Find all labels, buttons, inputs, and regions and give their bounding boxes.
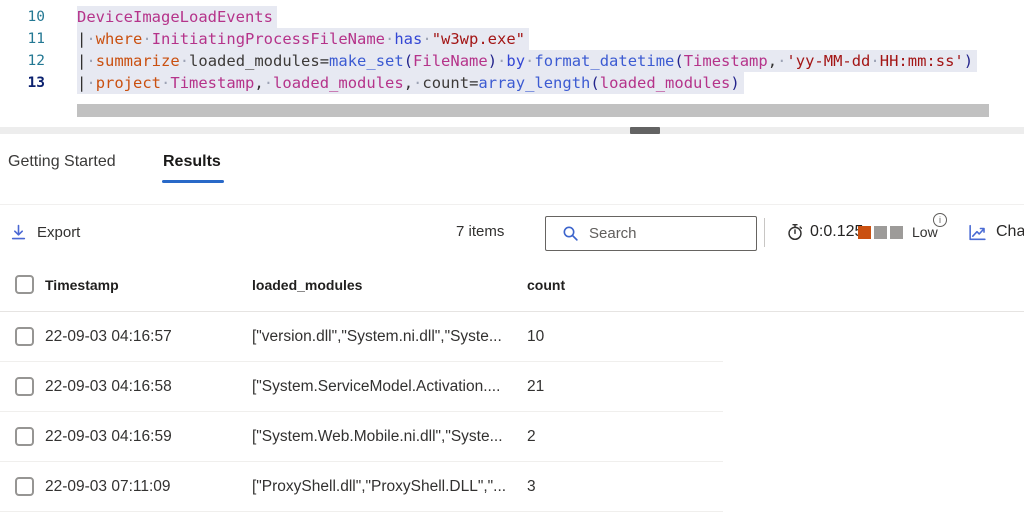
pane-splitter [0,127,1024,134]
active-tab-underline [162,180,224,183]
search-box[interactable] [545,216,757,251]
splitter-drag-handle[interactable] [630,127,660,134]
code-line[interactable]: 10 DeviceImageLoadEvents [0,6,1024,28]
code-line-text: |·summarize·loaded_modules=make_set(File… [77,50,977,72]
code-line[interactable]: 11 |·where·InitiatingProcessFileName·has·… [0,28,1024,50]
export-button[interactable]: Export [10,218,80,246]
cell-count: 10 [527,312,544,362]
search-input[interactable] [589,225,729,242]
cell-loaded-modules: ["System.Web.Mobile.ni.dll","Syste... [252,412,503,462]
usage-level-square-3 [890,226,903,239]
cell-timestamp: 22-09-03 04:16:59 [45,412,172,462]
select-all-checkbox[interactable] [15,275,34,294]
row-checkbox[interactable] [15,477,34,496]
code-line[interactable]: 12 |·summarize·loaded_modules=make_set(Fi… [0,50,1024,72]
table-row[interactable]: 22-09-03 04:16:59 ["System.Web.Mobile.ni.… [0,412,723,462]
resource-usage-indicator: Low [858,218,938,246]
usage-level-square-1 [858,226,871,239]
line-number: 10 [0,6,45,28]
query-duration-value: 0:0.125 [810,223,863,241]
download-icon [10,224,27,241]
row-checkbox[interactable] [15,327,34,346]
tab-getting-started[interactable]: Getting Started [8,147,116,177]
column-header-count[interactable]: count [527,258,565,312]
line-number: 13 [0,72,45,94]
table-row[interactable]: 22-09-03 04:16:58 ["System.ServiceModel.A… [0,362,723,412]
tab-results[interactable]: Results [163,147,221,177]
export-label: Export [37,224,80,241]
cell-timestamp: 22-09-03 04:16:58 [45,362,172,412]
results-toolbar: Export 7 items 0:0.125 Low i [0,204,1024,258]
usage-label: Low [912,224,938,240]
line-number: 11 [0,28,45,50]
cell-loaded-modules: ["System.ServiceModel.Activation.... [252,362,500,412]
chart-label: Chart [996,223,1024,241]
cell-timestamp: 22-09-03 07:11:09 [45,462,171,512]
column-header-timestamp[interactable]: Timestamp [45,258,119,312]
table-row[interactable]: 22-09-03 07:11:09 ["ProxyShell.dll","Prox… [0,462,723,512]
line-chart-icon [967,223,988,242]
row-checkbox[interactable] [15,427,34,446]
usage-level-square-2 [874,226,887,239]
cell-timestamp: 22-09-03 04:16:57 [45,312,172,362]
toolbar-divider [764,218,765,247]
table-body: 22-09-03 04:16:57 ["version.dll","System.… [0,312,1024,512]
code-line[interactable]: 13 |·project·Timestamp,·loaded_modules,·c… [0,72,1024,94]
advanced-hunting-results-page: { "editor": { "language": "kusto", "line… [0,0,1024,512]
results-tab-bar: Getting Started Results [0,140,1024,200]
cell-count: 2 [527,412,536,462]
items-count: 7 items [456,218,504,246]
code-line-text: |·project·Timestamp,·loaded_modules,·cou… [77,72,744,94]
query-editor[interactable]: 10 DeviceImageLoadEvents 11 |·where·Initiat… [0,0,1024,100]
table-row[interactable]: 22-09-03 04:16:57 ["version.dll","System.… [0,312,723,362]
query-duration: 0:0.125 [786,218,863,246]
stopwatch-icon [786,223,804,241]
info-icon[interactable]: i [933,213,947,227]
code-line-text: |·where·InitiatingProcessFileName·has·"w… [77,28,529,50]
line-number: 12 [0,50,45,72]
search-icon [562,225,579,242]
cell-count: 3 [527,462,536,512]
code-line-text: DeviceImageLoadEvents [77,6,277,28]
table-header-row: Timestamp loaded_modules count [0,258,1024,312]
chart-button[interactable]: Chart [967,218,1024,246]
cell-count: 21 [527,362,544,412]
editor-horizontal-scrollbar[interactable] [77,104,989,117]
cell-loaded-modules: ["version.dll","System.ni.dll","Syste... [252,312,502,362]
cell-loaded-modules: ["ProxyShell.dll","ProxyShell.DLL","... [252,462,506,512]
row-checkbox[interactable] [15,377,34,396]
column-header-loaded-modules[interactable]: loaded_modules [252,258,362,312]
